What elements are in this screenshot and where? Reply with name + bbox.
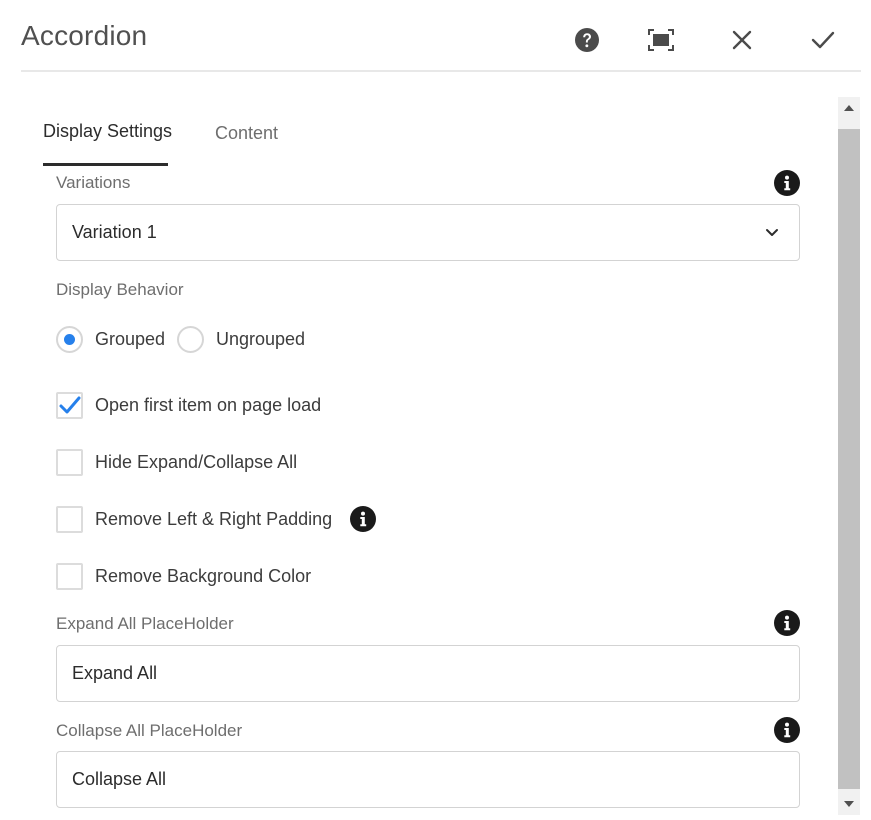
checkbox-hide-expand-collapse-label: Hide Expand/Collapse All: [95, 452, 298, 472]
checkbox-remove-padding[interactable]: [56, 506, 83, 533]
collapse-placeholder-input[interactable]: Collapse All: [56, 751, 800, 808]
checkbox-open-first-item-label: Open first item on page load: [95, 395, 322, 415]
triangle-up-icon: [844, 105, 854, 111]
variations-select[interactable]: Variation 1: [56, 204, 800, 261]
variations-selected-value: Variation 1: [72, 222, 157, 242]
radio-grouped-label: Grouped: [95, 329, 166, 349]
checkbox-open-first-item[interactable]: [56, 392, 83, 419]
info-icon[interactable]: [350, 506, 376, 532]
checkbox-remove-background-label: Remove Background Color: [95, 566, 312, 586]
expand-placeholder-input[interactable]: Expand All: [56, 645, 800, 702]
dialog-title: Accordion: [21, 20, 148, 51]
triangle-down-icon: [844, 801, 854, 807]
info-glyph-icon: [784, 175, 791, 191]
radio-ungrouped[interactable]: [177, 326, 204, 353]
checkbox-hide-expand-collapse[interactable]: [56, 449, 83, 476]
info-icon[interactable]: [774, 610, 800, 636]
tab-display-settings[interactable]: Display Settings: [43, 100, 172, 166]
close-icon: [732, 30, 752, 50]
info-glyph-icon: [360, 511, 367, 527]
scrollbar[interactable]: [838, 97, 860, 815]
radio-ungrouped-label: Ungrouped: [216, 329, 306, 349]
info-glyph-icon: [784, 615, 791, 631]
scroll-down-arrow[interactable]: [838, 793, 860, 815]
done-button[interactable]: [805, 22, 841, 58]
checkbox-remove-padding-label: Remove Left & Right Padding: [95, 509, 333, 529]
variations-label: Variations: [56, 173, 131, 192]
info-icon[interactable]: [774, 717, 800, 743]
close-button[interactable]: [724, 22, 760, 58]
check-icon: [811, 31, 835, 49]
help-icon: [575, 28, 599, 52]
collapse-placeholder-value: Collapse All: [72, 769, 167, 789]
collapse-placeholder-label: Collapse All PlaceHolder: [56, 721, 243, 740]
tab-content[interactable]: Content: [215, 100, 278, 166]
chevron-down-icon: [766, 229, 778, 236]
display-behavior-label: Display Behavior: [56, 280, 184, 299]
checkmark-icon: [59, 396, 81, 414]
radio-grouped[interactable]: [56, 326, 83, 353]
scroll-up-arrow[interactable]: [838, 97, 860, 119]
scrollbar-thumb[interactable]: [838, 129, 860, 789]
info-glyph-icon: [784, 722, 791, 738]
fullscreen-button[interactable]: [643, 22, 679, 58]
expand-placeholder-label: Expand All PlaceHolder: [56, 614, 234, 633]
checkbox-remove-background[interactable]: [56, 563, 83, 590]
dialog-header: Accordion: [21, 0, 861, 72]
expand-placeholder-value: Expand All: [72, 663, 158, 683]
help-button[interactable]: [569, 22, 605, 58]
fullscreen-icon: [648, 29, 674, 51]
info-icon[interactable]: [774, 170, 800, 196]
